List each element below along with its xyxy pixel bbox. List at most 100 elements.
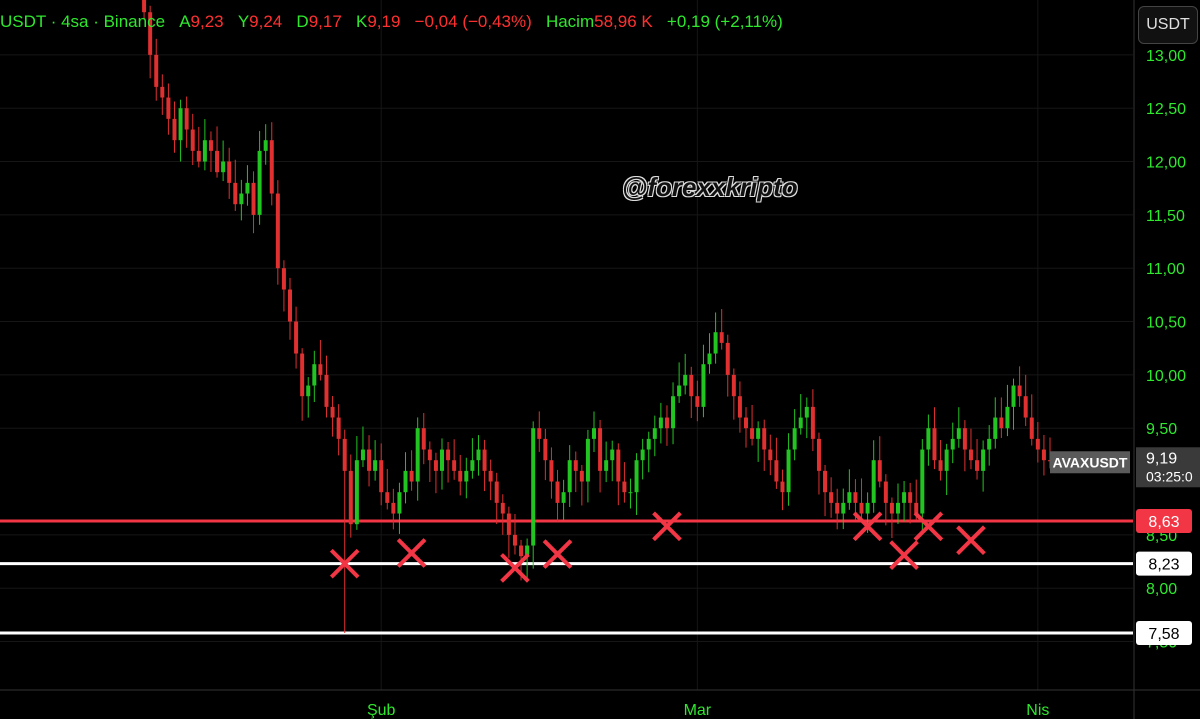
candle-body [433, 460, 438, 471]
candle-body [999, 417, 1004, 429]
candle-body [397, 492, 402, 514]
cross-marker [500, 553, 530, 583]
candle-body [889, 502, 894, 514]
candle-body [956, 428, 961, 439]
candle-body [585, 438, 590, 482]
candle-body [354, 460, 359, 525]
candle-body [257, 150, 262, 215]
candle-body [215, 150, 220, 173]
candle-body [409, 470, 414, 482]
candle-body [573, 460, 578, 471]
candle-body [847, 492, 852, 503]
candle-body [1017, 385, 1022, 397]
level-price-label: 8,63 [1148, 514, 1179, 531]
y-tick-label: 12,00 [1146, 155, 1186, 172]
candle-body [604, 460, 609, 471]
candle-body [476, 449, 481, 461]
candle-body [975, 460, 980, 471]
candle-body [300, 353, 305, 397]
candle-body [993, 417, 998, 439]
currency-button[interactable]: USDT [1138, 6, 1198, 44]
candle-body [731, 374, 736, 397]
candle-body [1035, 438, 1040, 450]
candle-body [330, 406, 335, 418]
candle-body [440, 449, 444, 471]
candle-body [616, 449, 621, 482]
candle-body [391, 502, 396, 514]
candle-body [196, 150, 201, 162]
open-label: A [179, 12, 191, 31]
candle-body [1005, 406, 1010, 429]
candle-body [567, 460, 572, 493]
watermark: @forexxkripto [622, 172, 798, 202]
candle-body [318, 364, 323, 375]
volume-label: Hacim [545, 12, 595, 31]
candle-body [288, 289, 292, 322]
candle-body [920, 449, 925, 514]
candle-body [592, 428, 596, 439]
x-tick-label: Mar [684, 702, 712, 719]
candle-body [823, 470, 828, 493]
candle-body [683, 374, 688, 386]
candle-body [932, 428, 937, 461]
candle-body [701, 364, 706, 407]
candle-body [519, 545, 524, 557]
level-price-label: 7,58 [1148, 626, 1179, 643]
candle-body [294, 321, 299, 354]
open-value: 9,23 [190, 12, 224, 31]
y-tick-label: 10,50 [1146, 315, 1186, 332]
y-tick-label: 12,50 [1146, 101, 1186, 118]
price-chart[interactable]: 13,00 12,50 12,00 11,50 11,00 10,50 10,00 9,50 8… [0, 0, 1200, 719]
candle-body [962, 428, 967, 450]
candle-body [367, 449, 372, 471]
candle-body [810, 406, 815, 439]
volume-change: +0,19 (+2,11%) [666, 12, 783, 31]
cross-marker [956, 525, 986, 556]
candle-body [494, 481, 499, 503]
candle-body [506, 513, 511, 535]
candle-body [762, 428, 767, 450]
candle-body [336, 417, 341, 439]
candle-body [488, 470, 493, 482]
candle-body [403, 470, 408, 493]
candle-body [768, 449, 773, 461]
candle-body [512, 534, 517, 546]
candle-body [221, 161, 226, 173]
candle-body [178, 108, 183, 141]
candle-body [902, 492, 907, 503]
candle-body [622, 481, 627, 493]
candle-body [1011, 385, 1016, 407]
candle-body [987, 438, 992, 450]
candle-body [841, 502, 846, 514]
candle-body [640, 449, 645, 461]
candle-body [263, 140, 268, 151]
candle-body [883, 481, 888, 503]
candle-body [725, 342, 730, 375]
candle-body [160, 86, 165, 98]
candle-body [306, 385, 311, 397]
candle-body [671, 396, 676, 429]
low-label: D [296, 12, 309, 31]
candle-body [415, 428, 420, 482]
candle-body [1041, 449, 1046, 461]
symbol-info[interactable]: USDT · 4sa · Binance [0, 12, 165, 31]
candle-body [926, 428, 931, 450]
volume-value: 58,96 K [594, 12, 653, 31]
symbol-tag-label: AVAXUSDT [1053, 454, 1128, 470]
candle-body [677, 385, 682, 397]
candle-body [835, 502, 840, 514]
candle-body [281, 268, 286, 290]
candle-body [756, 428, 761, 439]
low-value: 9,17 [308, 12, 342, 31]
candle-body [646, 438, 651, 450]
candle-body [744, 417, 748, 429]
candle-body [908, 492, 913, 503]
y-tick-label: 11,50 [1146, 208, 1185, 225]
candle-body [184, 108, 189, 130]
candle-body [360, 449, 365, 461]
candle-body [202, 140, 207, 162]
candle-body [379, 460, 384, 493]
candle-body [251, 182, 256, 215]
candle-body [792, 428, 797, 450]
candle-body [172, 118, 177, 141]
